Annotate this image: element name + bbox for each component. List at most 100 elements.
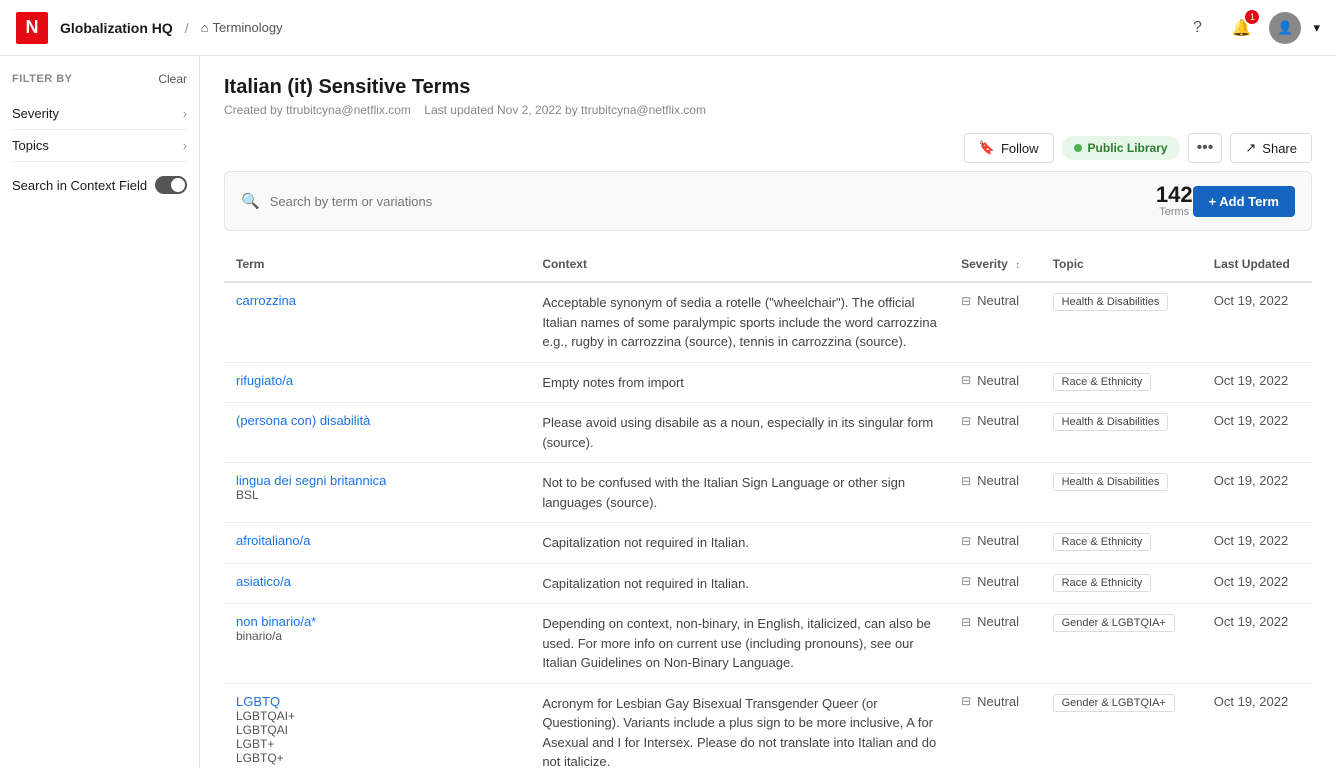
terms-table: Term Context Severity ↕ Topic Last Updat… (224, 247, 1312, 768)
cell-severity: ⊟ Neutral (949, 463, 1041, 523)
col-topic: Topic (1041, 247, 1202, 282)
cell-topic: Race & Ethnicity (1041, 523, 1202, 564)
severity-icon: ⊟ (961, 694, 971, 708)
action-bar-right: 🔖 Follow Public Library ••• ↗ Share (964, 133, 1312, 163)
action-bar: 🔖 Follow Public Library ••• ↗ Share (224, 133, 1312, 163)
breadcrumb-separator: / (185, 20, 189, 36)
clear-button[interactable]: Clear (158, 72, 187, 86)
page-title: Italian (it) Sensitive Terms (224, 76, 1312, 99)
netflix-logo: N (16, 12, 48, 44)
cell-context: Empty notes from import (530, 362, 949, 403)
cell-severity: ⊟Neutral (949, 282, 1041, 362)
public-library-badge: Public Library (1062, 136, 1180, 160)
col-context: Context (530, 247, 949, 282)
topic-badge: Race & Ethnicity (1053, 574, 1152, 592)
cell-date: Oct 19, 2022 (1202, 604, 1312, 684)
topics-chevron-icon: › (183, 139, 187, 153)
notification-wrap: 🔔 1 (1225, 12, 1257, 44)
cell-context: Capitalization not required in Italian. (530, 563, 949, 604)
sort-icon: ↕ (1015, 260, 1020, 271)
cell-term: (persona con) disabilità (224, 403, 530, 463)
col-last-updated: Last Updated (1202, 247, 1312, 282)
share-button[interactable]: ↗ Share (1230, 133, 1312, 163)
term-link[interactable]: LGBTQ (236, 694, 280, 709)
topics-filter[interactable]: Topics › (12, 130, 187, 162)
cell-term: asiatico/a (224, 563, 530, 604)
term-link[interactable]: lingua dei segni britannica (236, 473, 386, 488)
table-row: asiatico/a Capitalization not required in… (224, 563, 1312, 604)
severity-value: Neutral (977, 413, 1019, 428)
topic-badge: Health & Disabilities (1053, 473, 1169, 491)
cell-severity: ⊟Neutral (949, 403, 1041, 463)
follow-button[interactable]: 🔖 Follow (964, 133, 1054, 163)
severity-value: Neutral (977, 533, 1019, 548)
breadcrumb[interactable]: ⌂ Terminology (201, 20, 283, 35)
severity-value: Neutral (977, 614, 1019, 629)
cell-context: Please avoid using disabile as a noun, e… (530, 403, 949, 463)
severity-filter[interactable]: Severity › (12, 98, 187, 130)
term-link[interactable]: asiatico/a (236, 574, 291, 589)
term-alt: LGBTQAI (236, 723, 518, 737)
cell-context: Acronym for Lesbian Gay Bisexual Transge… (530, 683, 949, 768)
cell-date: Oct 19, 2022 (1202, 403, 1312, 463)
search-context-toggle[interactable] (155, 176, 187, 194)
col-severity[interactable]: Severity ↕ (949, 247, 1041, 282)
term-link[interactable]: rifugiato/a (236, 373, 293, 388)
table-row: afroitaliano/aCapitalization not require… (224, 523, 1312, 564)
search-input[interactable] (270, 194, 1156, 209)
severity-value: Neutral (977, 473, 1019, 488)
bookmark-icon: 🔖 (979, 140, 995, 156)
severity-chevron-icon: › (183, 107, 187, 121)
table-header-row: Term Context Severity ↕ Topic Last Updat… (224, 247, 1312, 282)
term-link[interactable]: non binario/a* (236, 614, 316, 629)
cell-topic: Gender & LGBTQIA+ (1041, 604, 1202, 684)
term-alt: BSL (236, 488, 518, 502)
share-icon: ↗ (1245, 140, 1256, 156)
nav-left: N Globalization HQ / ⌂ Terminology (16, 12, 283, 44)
toggle-knob (171, 178, 185, 192)
col-term: Term (224, 247, 530, 282)
cell-date: Oct 19, 2022 (1202, 523, 1312, 564)
severity-icon: ⊟ (961, 574, 971, 588)
table-row: (persona con) disabilità Please avoid usi… (224, 403, 1312, 463)
severity-label: Severity (12, 106, 59, 121)
add-term-button[interactable]: + Add Term (1193, 186, 1295, 217)
more-options-button[interactable]: ••• (1188, 133, 1223, 163)
term-link[interactable]: (persona con) disabilità (236, 413, 370, 428)
cell-severity: ⊟Neutral (949, 563, 1041, 604)
last-updated: Last updated Nov 2, 2022 by ttrubitcyna@… (424, 103, 706, 117)
topic-badge: Gender & LGBTQIA+ (1053, 614, 1175, 632)
main-layout: FILTER BY Clear Severity › Topics › Sear… (0, 56, 1336, 768)
org-name: Globalization HQ (60, 20, 173, 36)
help-button[interactable]: ? (1181, 12, 1213, 44)
term-link[interactable]: afroitaliano/a (236, 533, 310, 548)
cell-date: Oct 19, 2022 (1202, 563, 1312, 604)
cell-topic: Health & Disabilities (1041, 463, 1202, 523)
cell-term: carrozzina (224, 282, 530, 362)
cell-term: rifugiato/a (224, 362, 530, 403)
avatar-chevron: ▾ (1313, 20, 1320, 36)
topic-badge: Health & Disabilities (1053, 293, 1169, 311)
cell-date: Oct 19, 2022 (1202, 362, 1312, 403)
nav-right: ? 🔔 1 👤 ▾ (1181, 12, 1320, 44)
topics-label: Topics (12, 138, 49, 153)
search-bar: 🔍 142 Terms + Add Term (224, 171, 1312, 231)
home-icon: ⌂ (201, 20, 209, 35)
cell-severity: ⊟Neutral (949, 362, 1041, 403)
cell-topic: Health & Disabilities (1041, 403, 1202, 463)
cell-term: LGBTQLGBTQAI+LGBTQAILGBT+LGBTQ+ (224, 683, 530, 768)
sidebar: FILTER BY Clear Severity › Topics › Sear… (0, 56, 200, 768)
search-context-row: Search in Context Field (12, 166, 187, 204)
severity-icon: ⊟ (961, 534, 971, 548)
top-nav: N Globalization HQ / ⌂ Terminology ? 🔔 1… (0, 0, 1336, 56)
avatar[interactable]: 👤 (1269, 12, 1301, 44)
terms-label: Terms (1156, 206, 1193, 218)
term-link[interactable]: carrozzina (236, 293, 296, 308)
terms-count: 142 Terms (1156, 184, 1193, 218)
content-area: Italian (it) Sensitive Terms Created by … (200, 56, 1336, 768)
table-row: non binario/a*binario/aDepending on cont… (224, 604, 1312, 684)
severity-icon: ⊟ (961, 474, 971, 488)
search-left: 🔍 (241, 192, 1156, 210)
cell-topic: Race & Ethnicity (1041, 362, 1202, 403)
cell-date: Oct 19, 2022 (1202, 683, 1312, 768)
